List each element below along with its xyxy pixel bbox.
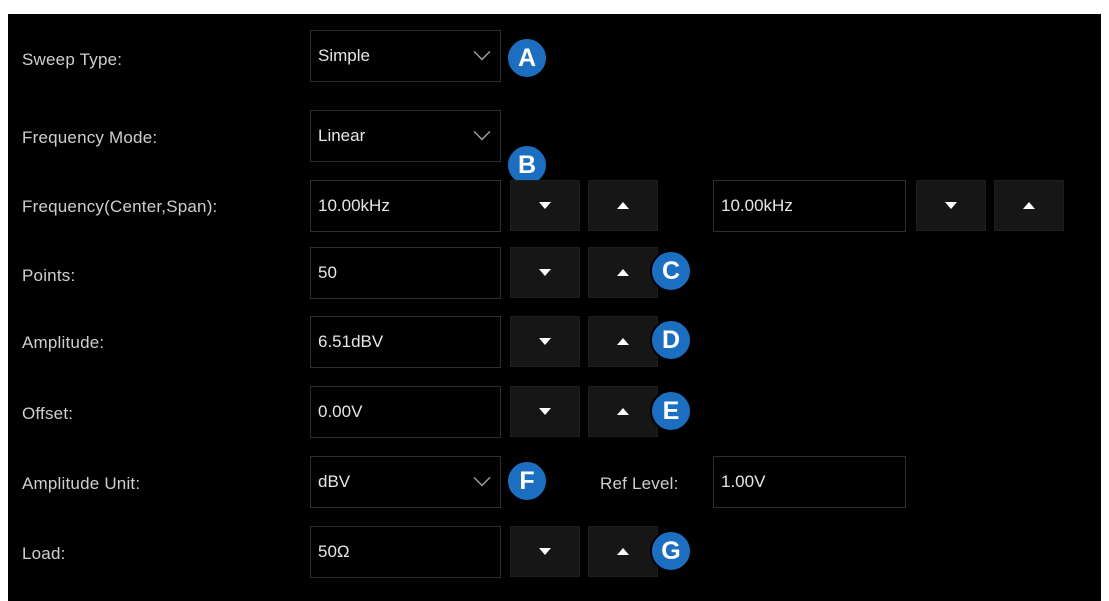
arrow-up-icon <box>617 202 629 209</box>
callout-badge-a: A <box>506 37 548 79</box>
frequency-span-value: 10.00kHz <box>721 196 793 215</box>
points-input[interactable]: 50 <box>310 247 501 299</box>
chevron-down-icon <box>473 476 491 487</box>
arrow-down-icon <box>539 338 551 345</box>
frequency-center-input[interactable]: 10.00kHz <box>310 180 501 232</box>
points-decrease-button[interactable] <box>510 247 580 298</box>
frequency-center-increase-button[interactable] <box>588 180 658 231</box>
frequency-center-value: 10.00kHz <box>318 196 390 215</box>
amplitude-unit-value: dBV <box>318 472 351 491</box>
load-value: 50Ω <box>318 542 350 561</box>
frequency-mode-label: Frequency Mode: <box>22 128 158 147</box>
sweep-type-value: Simple <box>318 46 370 65</box>
frequency-mode-value: Linear <box>318 126 366 145</box>
points-label: Points: <box>22 266 76 285</box>
load-input[interactable]: 50Ω <box>310 526 501 578</box>
callout-badge-g: G <box>650 530 692 572</box>
offset-value: 0.00V <box>318 402 363 421</box>
chevron-down-icon <box>473 130 491 141</box>
sweep-type-select[interactable]: Simple <box>310 30 501 82</box>
frequency-span-increase-button[interactable] <box>994 180 1064 231</box>
arrow-up-icon <box>617 548 629 555</box>
callout-badge-e: E <box>650 390 692 432</box>
arrow-down-icon <box>539 202 551 209</box>
load-decrease-button[interactable] <box>510 526 580 577</box>
ref-level-label: Ref Level: <box>600 474 679 493</box>
frequency-center-span-label: Frequency(Center,Span): <box>22 197 218 216</box>
arrow-up-icon <box>617 408 629 415</box>
offset-decrease-button[interactable] <box>510 386 580 437</box>
amplitude-increase-button[interactable] <box>588 316 658 367</box>
callout-badge-d: D <box>650 319 692 361</box>
ref-level-value: 1.00V <box>721 472 766 491</box>
arrow-down-icon <box>539 548 551 555</box>
arrow-up-icon <box>1023 202 1035 209</box>
load-label: Load: <box>22 544 66 563</box>
chevron-down-icon <box>473 50 491 61</box>
arrow-up-icon <box>617 338 629 345</box>
callout-badge-f: F <box>506 460 548 502</box>
load-increase-button[interactable] <box>588 526 658 577</box>
amplitude-unit-label: Amplitude Unit: <box>22 474 141 493</box>
offset-input[interactable]: 0.00V <box>310 386 501 438</box>
callout-badge-c: C <box>650 250 692 292</box>
arrow-down-icon <box>539 269 551 276</box>
arrow-down-icon <box>539 408 551 415</box>
offset-label: Offset: <box>22 404 74 423</box>
arrow-down-icon <box>945 202 957 209</box>
frequency-span-input[interactable]: 10.00kHz <box>713 180 906 232</box>
amplitude-value: 6.51dBV <box>318 332 384 351</box>
arrow-up-icon <box>617 269 629 276</box>
amplitude-unit-select[interactable]: dBV <box>310 456 501 508</box>
amplitude-decrease-button[interactable] <box>510 316 580 367</box>
frequency-mode-select[interactable]: Linear <box>310 110 501 162</box>
ref-level-input[interactable]: 1.00V <box>713 456 906 508</box>
points-increase-button[interactable] <box>588 247 658 298</box>
points-value: 50 <box>318 263 337 282</box>
amplitude-label: Amplitude: <box>22 333 105 352</box>
frequency-span-decrease-button[interactable] <box>916 180 986 231</box>
amplitude-input[interactable]: 6.51dBV <box>310 316 501 368</box>
sweep-type-label: Sweep Type: <box>22 50 123 69</box>
offset-increase-button[interactable] <box>588 386 658 437</box>
frequency-center-decrease-button[interactable] <box>510 180 580 231</box>
sweep-settings-panel: Sweep Type: Simple A Frequency Mode: Lin… <box>8 14 1101 601</box>
